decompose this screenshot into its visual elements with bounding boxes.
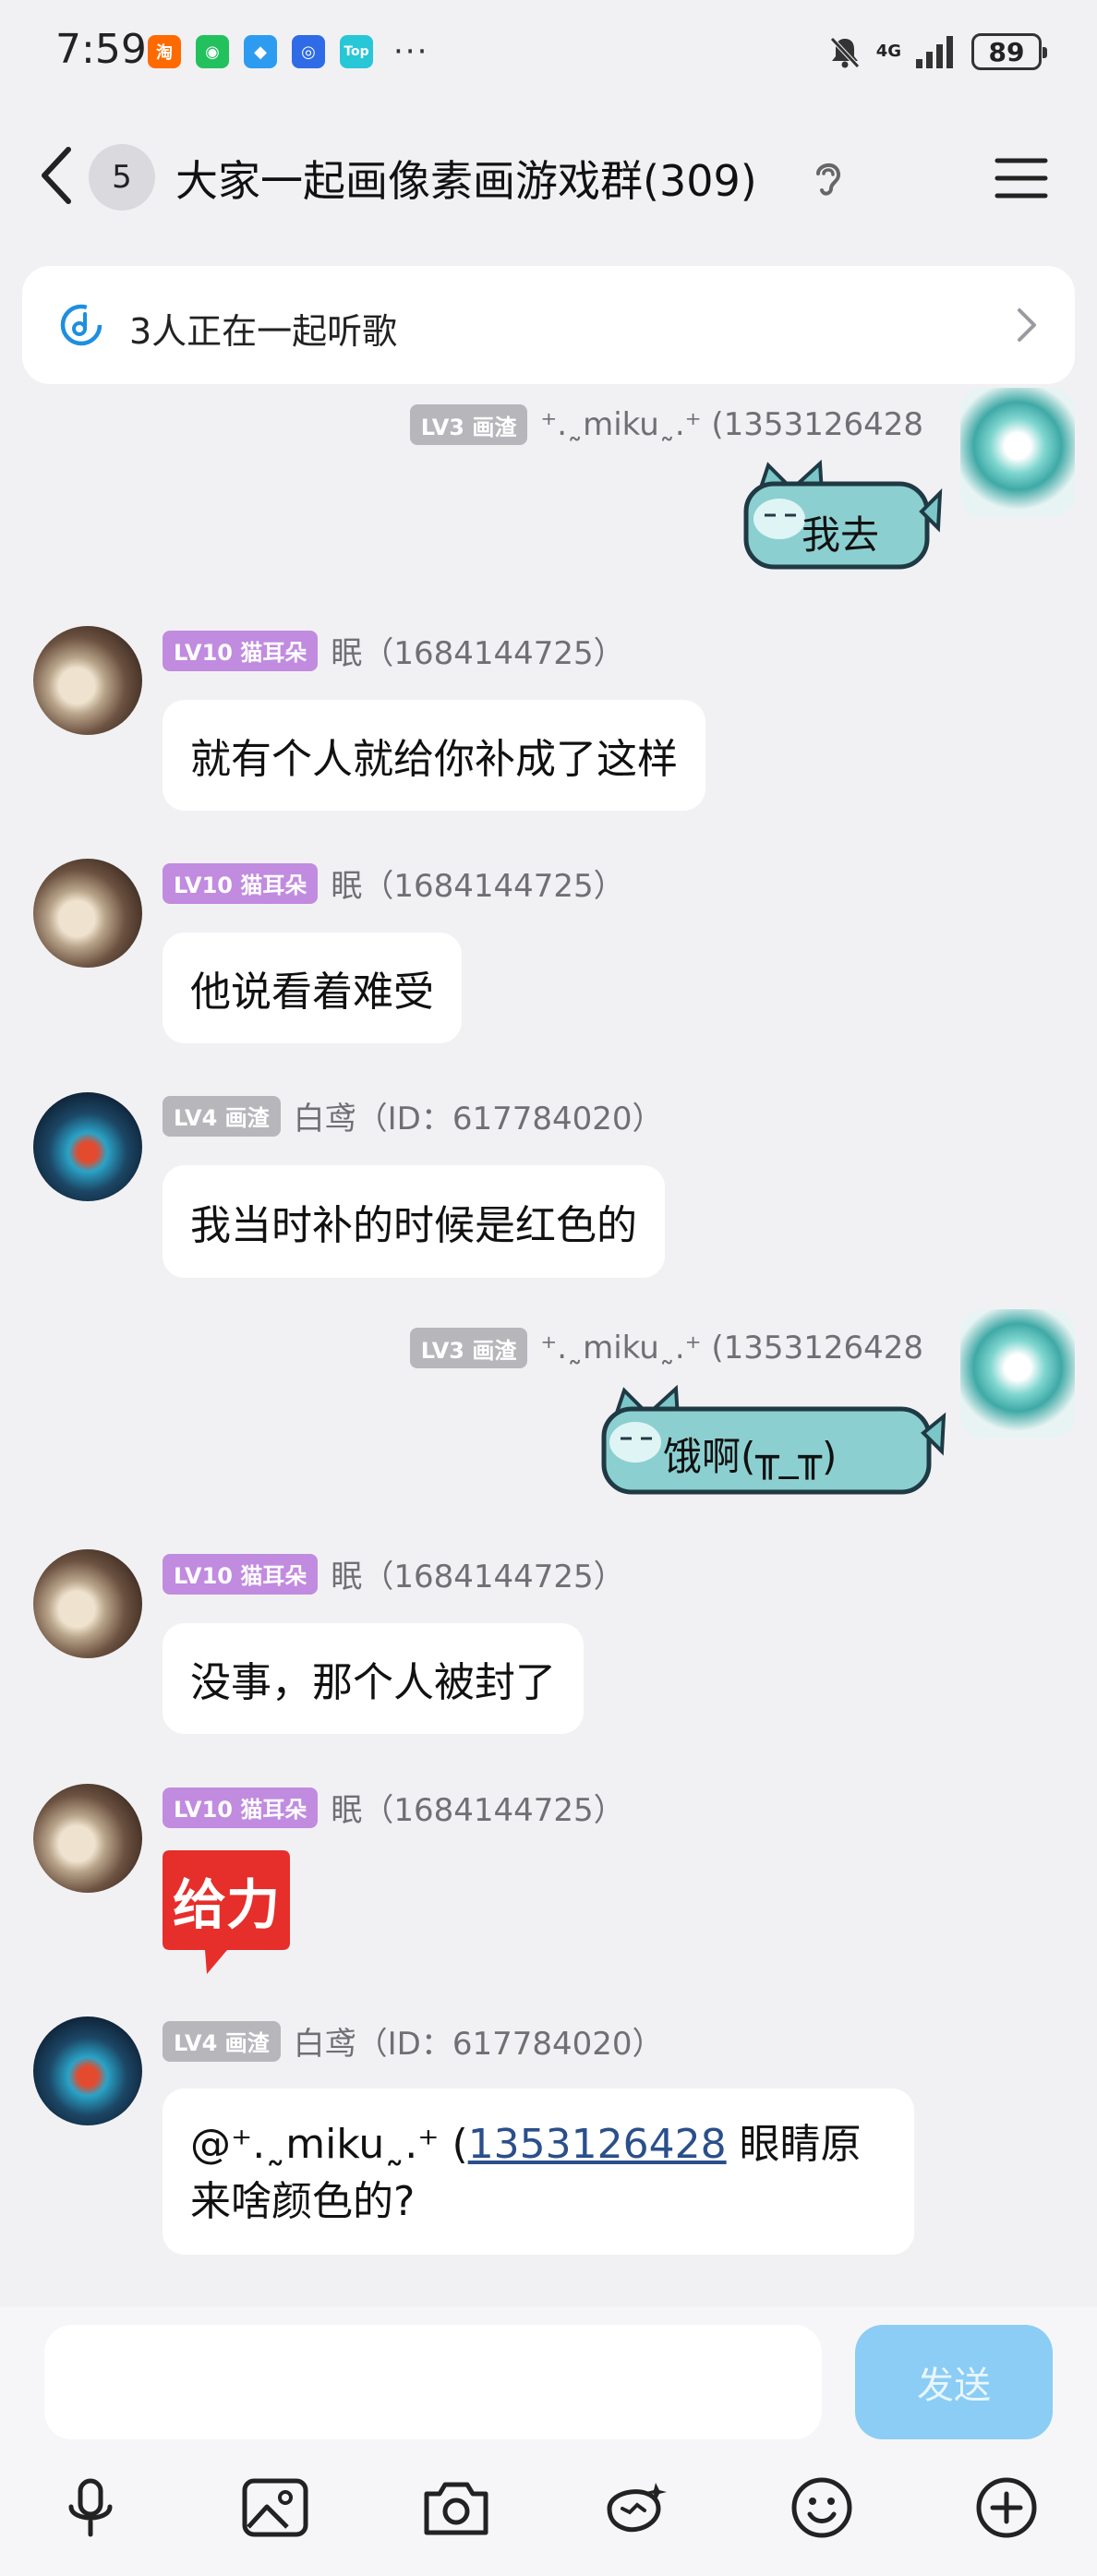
mention-link[interactable]: 1353126428 bbox=[468, 2121, 727, 2168]
more-button[interactable] bbox=[968, 2469, 1045, 2546]
message-meta: LV4 画渣 白鸢（ID：617784020） bbox=[163, 1093, 664, 1138]
hamburger-icon bbox=[995, 158, 1048, 199]
input-area: 发送 bbox=[0, 2306, 1097, 2576]
sender-nickname[interactable]: 白鸢（ID：617784020） bbox=[294, 1093, 664, 1138]
plus-icon bbox=[976, 2477, 1037, 2538]
photo-button[interactable] bbox=[236, 2469, 314, 2546]
message-bubble[interactable]: 他说看着难受 bbox=[163, 933, 462, 1043]
battery-indicator: 89 bbox=[971, 33, 1047, 70]
unread-count-badge[interactable]: 5 bbox=[89, 144, 155, 211]
message-meta: LV10 猫耳朵 眠（1684144725） bbox=[163, 628, 625, 673]
sticker-caption: 饿啊(╥_╥) bbox=[663, 1434, 838, 1479]
avatar[interactable] bbox=[33, 1092, 142, 1201]
menu-button[interactable] bbox=[994, 155, 1049, 201]
image-icon bbox=[242, 2478, 308, 2537]
message-bubble[interactable]: @⁺.˷miku˷.⁺ (1353126428 眼睛原来啥颜色的? bbox=[163, 2088, 914, 2255]
signal-icon bbox=[916, 36, 953, 68]
doodle-icon bbox=[607, 2483, 667, 2533]
sender-nickname[interactable]: 眠（1684144725） bbox=[331, 1785, 624, 1830]
avatar[interactable] bbox=[33, 626, 142, 735]
message-meta: LV10 猫耳朵 眠（1684144725） bbox=[163, 1785, 625, 1830]
ear-icon[interactable] bbox=[811, 157, 844, 199]
camera-button[interactable] bbox=[417, 2469, 495, 2546]
listening-together-banner[interactable]: 3人正在一起听歌 bbox=[22, 266, 1075, 384]
sender-nickname[interactable]: 白鸢（ID：617784020） bbox=[294, 2018, 664, 2064]
avatar[interactable] bbox=[33, 1784, 142, 1893]
taobao-icon: 淘 bbox=[148, 35, 181, 68]
avatar[interactable] bbox=[960, 1309, 1075, 1438]
page-title[interactable]: 大家一起画像素画游戏群(309) bbox=[175, 148, 757, 209]
listening-text: 3人正在一起听歌 bbox=[129, 311, 398, 352]
chevron-left-icon bbox=[42, 147, 71, 204]
voice-button[interactable] bbox=[52, 2469, 129, 2546]
message-bubble[interactable]: 就有个人就给你补成了这样 bbox=[163, 700, 705, 811]
level-badge: LV3 画渣 bbox=[409, 404, 528, 445]
back-button[interactable] bbox=[33, 142, 81, 209]
status-bar: 7:59 淘 ◉ ◆ ◎ Top ··· 4G 89 bbox=[0, 0, 1097, 109]
qq-icon: ◎ bbox=[292, 35, 325, 68]
chat-header: 5 大家一起画像素画游戏群(309) bbox=[0, 120, 1097, 231]
level-badge: LV10 猫耳朵 bbox=[163, 1787, 319, 1828]
avatar[interactable] bbox=[960, 388, 1075, 517]
message-meta: LV3 画渣 ⁺.˷miku˷.⁺ (1353126428 bbox=[409, 404, 923, 445]
level-badge: LV10 猫耳朵 bbox=[163, 1553, 319, 1595]
status-time: 7:59 bbox=[55, 26, 147, 73]
message-meta: LV10 猫耳朵 眠（1684144725） bbox=[163, 1551, 625, 1596]
browser-icon: ◆ bbox=[244, 35, 277, 68]
mic-icon bbox=[68, 2478, 113, 2537]
avatar[interactable] bbox=[33, 859, 142, 968]
status-right: 4G 89 bbox=[826, 33, 1047, 70]
sender-nickname[interactable]: 眠（1684144725） bbox=[331, 1551, 624, 1596]
more-notifications-icon: ··· bbox=[393, 33, 429, 70]
sender-nickname[interactable]: ⁺.˷miku˷.⁺ (1353126428 bbox=[540, 1330, 923, 1366]
emoji-icon bbox=[791, 2477, 852, 2538]
message-meta: LV4 画渣 白鸢（ID：617784020） bbox=[163, 2018, 664, 2064]
message-input[interactable] bbox=[44, 2325, 822, 2439]
level-badge: LV10 猫耳朵 bbox=[163, 862, 319, 904]
sender-nickname[interactable]: ⁺.˷miku˷.⁺ (1353126428 bbox=[540, 406, 923, 443]
mute-bell-icon bbox=[829, 37, 860, 68]
sticker-caption: 我去 bbox=[802, 512, 880, 558]
music-icon bbox=[60, 304, 102, 346]
top-icon: Top bbox=[340, 35, 373, 68]
emoji-label: 给力 bbox=[172, 1873, 280, 1936]
status-app-icons: 淘 ◉ ◆ ◎ Top ··· bbox=[148, 35, 428, 68]
message-bubble[interactable]: 我当时补的时候是红色的 bbox=[163, 1165, 665, 1278]
chevron-right-icon bbox=[1018, 308, 1036, 342]
send-button[interactable]: 发送 bbox=[855, 2325, 1053, 2439]
sender-nickname[interactable]: 眠（1684144725） bbox=[331, 861, 624, 906]
level-badge: LV4 画渣 bbox=[163, 1095, 281, 1137]
level-badge: LV10 猫耳朵 bbox=[163, 630, 319, 671]
level-badge: LV4 画渣 bbox=[163, 2020, 281, 2062]
sender-nickname[interactable]: 眠（1684144725） bbox=[331, 628, 624, 673]
avatar[interactable] bbox=[33, 1549, 142, 1658]
message-bubble[interactable]: 没事，那个人被封了 bbox=[163, 1623, 584, 1734]
awesome-emoji[interactable]: 给力 bbox=[163, 1850, 290, 1974]
input-toolbar bbox=[0, 2460, 1097, 2561]
mention-prefix: @⁺.˷miku˷.⁺ ( bbox=[190, 2121, 468, 2168]
wechat-icon: ◉ bbox=[196, 35, 229, 68]
emoji-button[interactable] bbox=[783, 2469, 861, 2546]
message-meta: LV10 猫耳朵 眠（1684144725） bbox=[163, 861, 625, 906]
level-badge: LV3 画渣 bbox=[409, 1328, 528, 1368]
message-meta: LV3 画渣 ⁺.˷miku˷.⁺ (1353126428 bbox=[409, 1328, 923, 1368]
avatar[interactable] bbox=[33, 2016, 142, 2125]
network-label: 4G bbox=[875, 42, 901, 61]
doodle-button[interactable] bbox=[598, 2469, 676, 2546]
camera-icon bbox=[424, 2482, 488, 2535]
